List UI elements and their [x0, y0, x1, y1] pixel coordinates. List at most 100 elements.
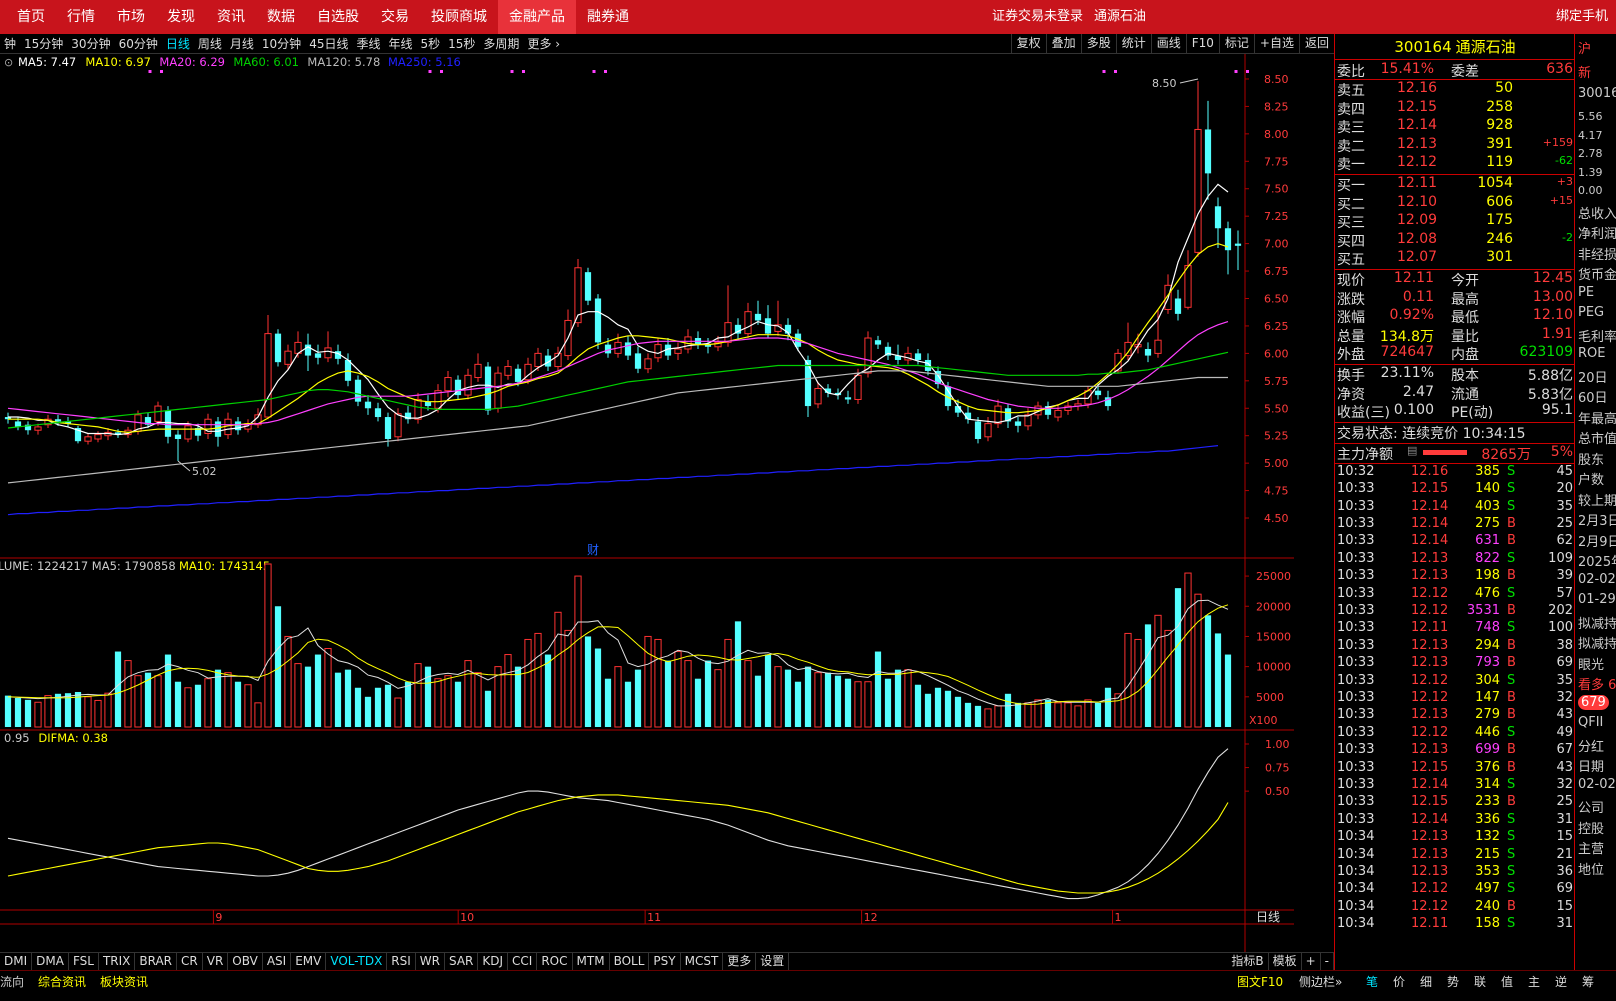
bid-row[interactable]: 买二 12.10 606 +15	[1335, 194, 1575, 213]
status-right-tab[interactable]: 细	[1420, 973, 1432, 990]
indicator-tool-button[interactable]: 模板	[1269, 953, 1302, 970]
indicator-tab[interactable]: MCST	[681, 953, 724, 970]
indicator-tab[interactable]: FSL	[69, 953, 99, 970]
side-info-item[interactable]: QFII	[1578, 715, 1603, 730]
indicator-tab[interactable]: RSI	[387, 953, 416, 970]
side-info-item[interactable]: 总市值	[1578, 428, 1616, 447]
side-info-item[interactable]: 户数	[1578, 469, 1604, 488]
side-info-item[interactable]: 看多 65	[1578, 674, 1616, 693]
indicator-tab[interactable]: MTM	[573, 953, 610, 970]
bid-row[interactable]: 买一 12.11 1054 +3	[1335, 175, 1575, 194]
period-tab[interactable]: 日线	[162, 35, 194, 52]
side-info-item[interactable]: 拟减持	[1578, 613, 1616, 632]
side-info-item[interactable]: 主营	[1578, 838, 1604, 857]
side-info-item[interactable]: 沪	[1578, 38, 1591, 57]
indicator-tab[interactable]: CCI	[508, 953, 538, 970]
side-info-item[interactable]: 眼光	[1578, 654, 1604, 673]
period-tab[interactable]: 15秒	[444, 35, 479, 52]
bind-phone-link[interactable]: 绑定手机	[1556, 0, 1608, 34]
bid-row[interactable]: 买五 12.07 301	[1335, 249, 1575, 268]
side-info-item[interactable]: 较上期	[1578, 490, 1616, 509]
indicator-tab[interactable]: VR	[203, 953, 229, 970]
toolbar-button[interactable]: 叠加	[1045, 34, 1081, 54]
indicator-tab[interactable]: SAR	[445, 953, 479, 970]
side-info-item[interactable]: ROE	[1578, 346, 1605, 361]
period-tab[interactable]: 45日线	[305, 35, 352, 52]
indicator-tab[interactable]: BRAR	[135, 953, 178, 970]
nav-item[interactable]: 交易	[370, 0, 420, 34]
bid-row[interactable]: 买四 12.08 246 -2	[1335, 231, 1575, 250]
indicator-tab[interactable]: WR	[416, 953, 445, 970]
ask-row[interactable]: 卖一 12.12 119 -62	[1335, 154, 1575, 173]
bid-row[interactable]: 买三 12.09 175	[1335, 212, 1575, 231]
side-info-item[interactable]: 年最高	[1578, 408, 1616, 427]
toolbar-button[interactable]: 统计	[1115, 34, 1151, 54]
status-right-tab[interactable]: 值	[1501, 973, 1513, 990]
period-tab[interactable]: 更多 ›	[523, 35, 564, 52]
nav-item[interactable]: 首页	[6, 0, 56, 34]
side-info-item[interactable]: PE	[1578, 285, 1594, 300]
side-info-item[interactable]: 总收入	[1578, 203, 1616, 222]
side-info-item[interactable]: 股东	[1578, 449, 1604, 468]
side-info-item[interactable]: 拟减持	[1578, 633, 1616, 652]
side-info-item[interactable]: 公司	[1578, 797, 1604, 816]
nav-item[interactable]: 发现	[156, 0, 206, 34]
ask-row[interactable]: 卖二 12.13 391 +159	[1335, 136, 1575, 155]
period-tab[interactable]: 年线	[384, 35, 416, 52]
side-info-item[interactable]: 4.17	[1578, 129, 1603, 142]
period-tab[interactable]: 周线	[194, 35, 226, 52]
side-info-item[interactable]: 2月3日	[1578, 510, 1616, 529]
indicator-tab[interactable]: PSY	[649, 953, 681, 970]
period-tab[interactable]: 30分钟	[67, 35, 114, 52]
period-tab[interactable]: 钟	[0, 35, 20, 52]
period-tab[interactable]: 15分钟	[20, 35, 67, 52]
indicator-tab[interactable]: DMA	[32, 953, 69, 970]
ask-row[interactable]: 卖三 12.14 928	[1335, 117, 1575, 136]
status-right-tab[interactable]: 逆	[1555, 973, 1567, 990]
period-tab[interactable]: 多周期	[479, 35, 523, 52]
period-tab[interactable]: 季线	[352, 35, 384, 52]
side-info-item[interactable]: 30016	[1578, 86, 1616, 101]
toolbar-button[interactable]: 画线	[1150, 34, 1186, 54]
side-info-item[interactable]: 679	[1578, 694, 1609, 710]
indicator-tab[interactable]: 更多	[723, 953, 757, 970]
status-right-tab[interactable]: 筹	[1582, 973, 1594, 990]
indicator-tab[interactable]: VOL-TDX	[326, 953, 388, 970]
toolbar-button[interactable]: 标记	[1218, 34, 1254, 54]
info-tab[interactable]: 流向	[0, 973, 24, 990]
info-tab[interactable]: 综合资讯	[38, 973, 86, 990]
side-info-item[interactable]: 0.00	[1578, 184, 1603, 197]
nav-item[interactable]: 数据	[256, 0, 306, 34]
side-info-item[interactable]: 日期	[1578, 756, 1604, 775]
status-right-tab[interactable]: 图文F10	[1237, 973, 1283, 990]
side-info-item[interactable]: 20日	[1578, 367, 1608, 386]
side-info-item[interactable]: 新	[1578, 62, 1591, 81]
status-right-tab[interactable]: 势	[1447, 973, 1459, 990]
indicator-tab[interactable]: BOLL	[610, 953, 650, 970]
indicator-tab[interactable]: KDJ	[478, 953, 509, 970]
indicator-tab[interactable]: ASI	[263, 953, 292, 970]
login-status[interactable]: 证券交易未登录	[992, 0, 1083, 34]
main-flow-row[interactable]: 主力净额 ▤ 8265万 5%	[1335, 444, 1575, 463]
nav-item[interactable]: 金融产品	[498, 0, 576, 34]
status-right-tab[interactable]: 主	[1528, 973, 1540, 990]
side-info-item[interactable]: 2.78	[1578, 147, 1603, 160]
side-info-item[interactable]: 01-29	[1578, 592, 1616, 607]
side-info-item[interactable]: 分红	[1578, 736, 1604, 755]
ask-row[interactable]: 卖四 12.15 258	[1335, 99, 1575, 118]
toolbar-button[interactable]: F10	[1185, 34, 1219, 54]
kline-chart[interactable]: 8.50 8.25 8.00 7.75 7.50 7.25 7.00 6.75 6.50 6.25…	[0, 54, 1294, 952]
indicator-tool-button[interactable]: -	[1321, 953, 1334, 970]
status-right-tab[interactable]: 联	[1474, 973, 1486, 990]
period-tab[interactable]: 5秒	[417, 35, 445, 52]
indicator-tab[interactable]: 设置	[756, 953, 790, 970]
period-tab[interactable]: 10分钟	[258, 35, 305, 52]
nav-item[interactable]: 投顾商城	[420, 0, 498, 34]
side-info-item[interactable]: 1.39	[1578, 166, 1603, 179]
indicator-tool-button[interactable]: +	[1302, 953, 1321, 970]
toolbar-button[interactable]: +自选	[1253, 34, 1299, 54]
info-tab[interactable]: 板块资讯	[100, 973, 148, 990]
side-info-item[interactable]: PEG	[1578, 305, 1604, 320]
side-info-item[interactable]: 02-02	[1578, 777, 1616, 792]
side-info-item[interactable]: 货币金	[1578, 264, 1616, 283]
